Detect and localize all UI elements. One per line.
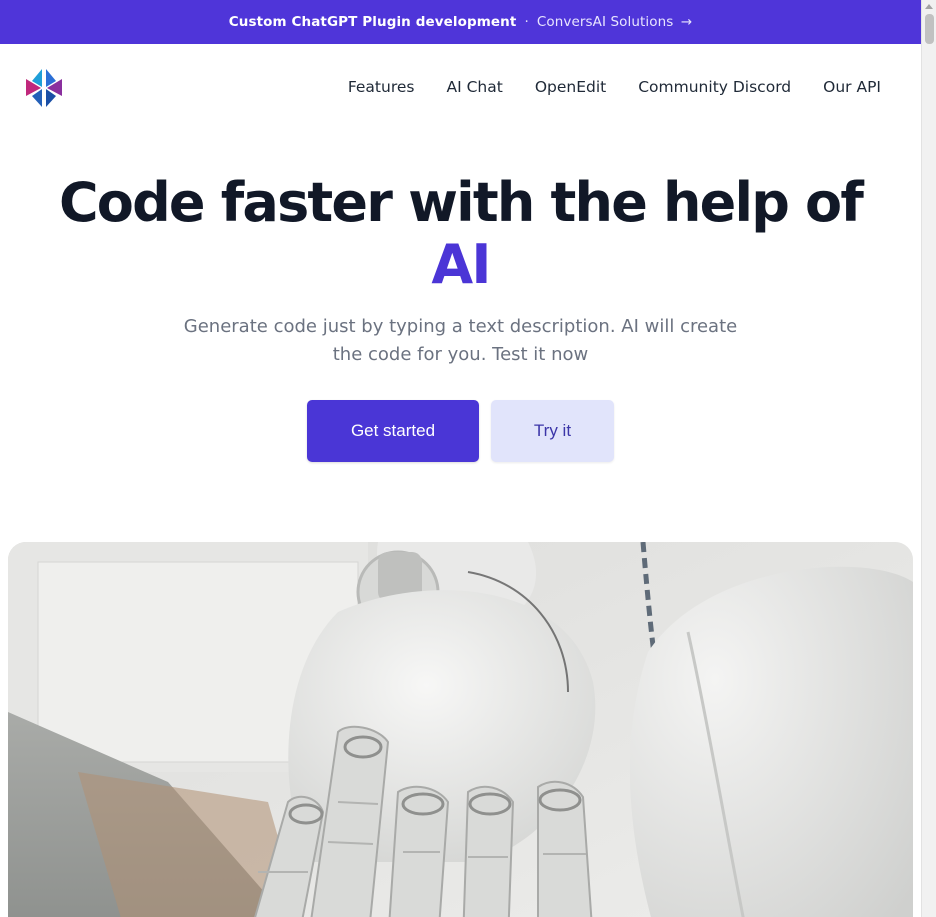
nav-link-community-discord[interactable]: Community Discord <box>638 78 791 96</box>
banner-separator: · <box>524 14 529 30</box>
banner-headline: Custom ChatGPT Plugin development <box>228 14 517 30</box>
hero-subtitle: Generate code just by typing a text desc… <box>183 316 738 365</box>
hero-title: Code faster with the help of AI <box>0 172 921 296</box>
scroll-up-icon[interactable] <box>925 4 933 9</box>
top-navigation: Features AI Chat OpenEdit Community Disc… <box>0 44 921 134</box>
banner-link-label: ConversAI Solutions <box>536 14 674 30</box>
banner-link[interactable]: ConversAI Solutions → <box>537 14 692 30</box>
nav-links: Features AI Chat OpenEdit Community Disc… <box>348 78 881 96</box>
try-it-button[interactable]: Try it <box>491 400 614 462</box>
asterisk-triangle-logo-icon <box>26 69 62 107</box>
page: Custom ChatGPT Plugin development · Conv… <box>0 0 921 917</box>
arrow-right-icon: → <box>680 14 693 30</box>
scrollbar-thumb[interactable] <box>925 14 934 44</box>
nav-link-features[interactable]: Features <box>348 78 415 96</box>
vertical-scrollbar[interactable] <box>921 0 936 917</box>
announcement-banner[interactable]: Custom ChatGPT Plugin development · Conv… <box>0 0 921 44</box>
get-started-button[interactable]: Get started <box>307 400 479 462</box>
hero-title-main: Code faster with the help of <box>58 171 864 234</box>
hero-image-robot-hand <box>8 542 913 917</box>
nav-link-our-api[interactable]: Our API <box>823 78 881 96</box>
nav-link-ai-chat[interactable]: AI Chat <box>446 78 502 96</box>
nav-link-openedit[interactable]: OpenEdit <box>535 78 606 96</box>
logo-link[interactable] <box>24 67 64 109</box>
hero-title-accent: AI <box>431 233 491 296</box>
